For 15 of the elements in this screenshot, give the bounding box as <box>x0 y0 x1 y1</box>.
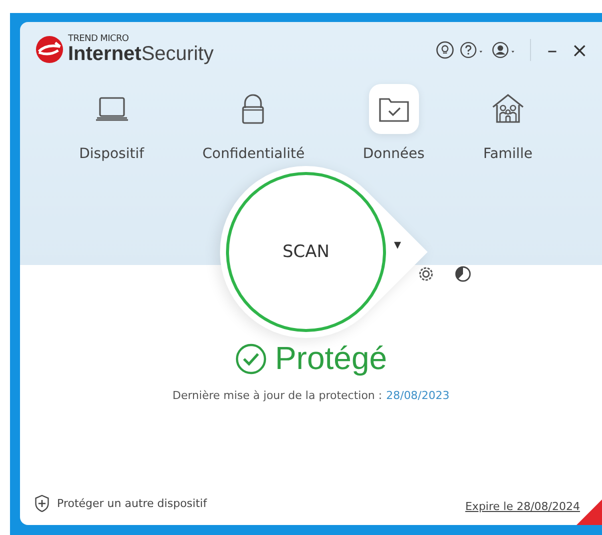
nav-tab[interactable]: Confidentialité <box>202 84 305 162</box>
nav-tab[interactable]: Famille <box>482 84 533 162</box>
product-name-bold: Internet <box>68 43 142 65</box>
company-name: TREND MICRO <box>68 35 130 44</box>
protect-device-link[interactable]: Protéger un autre dispositif <box>34 494 207 513</box>
expiry-link[interactable]: Expire le 28/08/2024 <box>465 500 580 513</box>
minimize-button[interactable]: – <box>543 38 562 62</box>
update-text: Dernière mise à jour de la protection : <box>172 389 382 402</box>
nav-tab[interactable]: Dispositif <box>79 84 144 162</box>
close-button[interactable]: × <box>567 38 592 62</box>
status-label: Protégé <box>274 340 388 377</box>
scan-options-button[interactable]: ▾ <box>394 236 401 252</box>
product-name: Security <box>141 43 214 65</box>
update-date: 28/08/2023 <box>386 389 450 402</box>
scan-button[interactable]: SCAN <box>226 172 386 332</box>
